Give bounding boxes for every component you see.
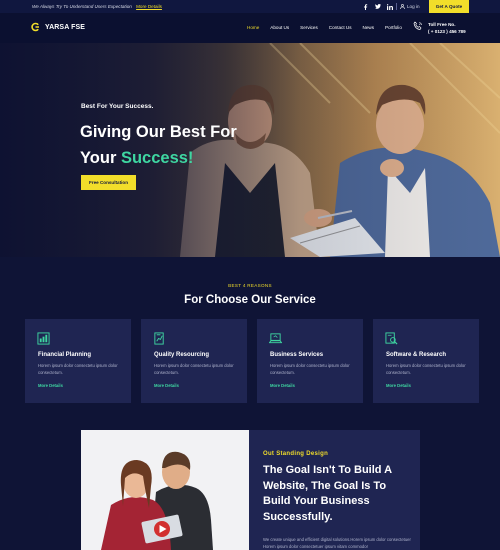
facebook-icon[interactable] [362,3,369,10]
more-details-link[interactable]: More Details [154,383,179,388]
main-header: YARSA FSE Home About Us Services Contact… [0,13,500,43]
service-card-title: Software & Research [386,352,447,358]
service-card-title: Business Services [270,352,324,358]
service-card-financial-planning[interactable]: Financial Planning Horem ipsum dolor con… [25,319,131,403]
service-card-desc: Horem ipsum dolor consectetu ipsum dolor… [386,363,466,375]
service-cards: Financial Planning Horem ipsum dolor con… [25,319,479,403]
twitter-icon[interactable] [374,3,381,10]
hero-title-line2: Your Success! [80,145,237,171]
hero-title-plain: Your [80,149,117,167]
brand-logo-icon [31,22,39,32]
service-card-title: Financial Planning [38,352,92,358]
hero-overlay [0,43,500,257]
topbar-message-text: We Always Try To Understand Users Expect… [32,4,132,9]
document-chart-icon [154,332,164,345]
services-kicker: BEST 4 REASONS [228,283,272,288]
bar-chart-icon [37,332,50,345]
team-photo [81,430,249,550]
more-details-link[interactable]: More Details [270,383,295,388]
service-card-software-research[interactable]: Software & Research Horem ipsum dolor co… [373,319,479,403]
nav-news[interactable]: News [363,25,375,30]
hero-kicker: Best For Your Success. [81,103,154,110]
get-a-quote-button[interactable]: Get A Quote [429,0,469,13]
services-title: For Choose Our Service [184,294,316,306]
free-consultation-button[interactable]: Free Consultation [81,175,136,190]
more-details-link[interactable]: More Details [386,383,411,388]
nav-home[interactable]: Home [247,25,259,30]
main-nav: Home About Us Services Contact Us News P… [247,25,402,30]
about-photo [81,430,249,550]
service-card-quality-resourcing[interactable]: Quality Resourcing Horem ipsum dolor con… [141,319,247,403]
about-desc: We create unique and efficient digital s… [263,537,411,549]
hero-title: Giving Our Best For Your Success! [80,119,237,171]
more-details-link[interactable]: More Details [38,383,63,388]
social-links [362,3,393,10]
login-label: Log in [407,4,420,9]
toll-free-contact[interactable]: Toll Free No. ( + 0123 ) 456 789 [413,21,466,35]
nav-portfolio[interactable]: Portfolio [385,25,402,30]
topbar-divider [396,3,397,10]
top-bar: We Always Try To Understand Users Expect… [0,0,500,13]
topbar-message: We Always Try To Understand Users Expect… [32,4,162,9]
about-kicker: Out Standing Design [263,451,329,457]
nav-services[interactable]: Services [300,25,318,30]
hero-section: Best For Your Success. Giving Our Best F… [0,43,500,257]
linkedin-icon[interactable] [386,3,393,10]
logo[interactable]: YARSA FSE [31,22,85,32]
about-title: The Goal Isn't To Build A Website, The G… [263,464,392,523]
about-section: Out Standing Design The Goal Isn't To Bu… [81,430,420,550]
hero-title-accent: Success! [120,149,194,167]
service-card-desc: Horem ipsum dolor consectetu ipsum dolor… [154,363,234,375]
service-card-desc: Horem ipsum dolor consectetu ipsum dolor… [270,363,350,375]
hero-title-line1: Giving Our Best For [80,123,237,141]
toll-free-label: Toll Free No. [428,22,456,27]
toll-free-number: ( + 0123 ) 456 789 [428,29,466,34]
service-card-title: Quality Resourcing [154,352,210,358]
nav-about-us[interactable]: About Us [270,25,289,30]
login-link[interactable]: Log in [400,4,420,9]
research-icon [385,332,398,345]
user-icon [400,4,405,9]
more-details-link[interactable]: More Details [136,4,162,9]
laptop-icon [269,333,282,344]
service-card-desc: Horem ipsum dolor consectetu ipsum dolor… [38,363,118,375]
brand-name: YARSA FSE [45,23,86,31]
phone-icon [413,21,422,30]
nav-contact-us[interactable]: Contact Us [329,25,352,30]
service-card-business-services[interactable]: Business Services Horem ipsum dolor cons… [257,319,363,403]
